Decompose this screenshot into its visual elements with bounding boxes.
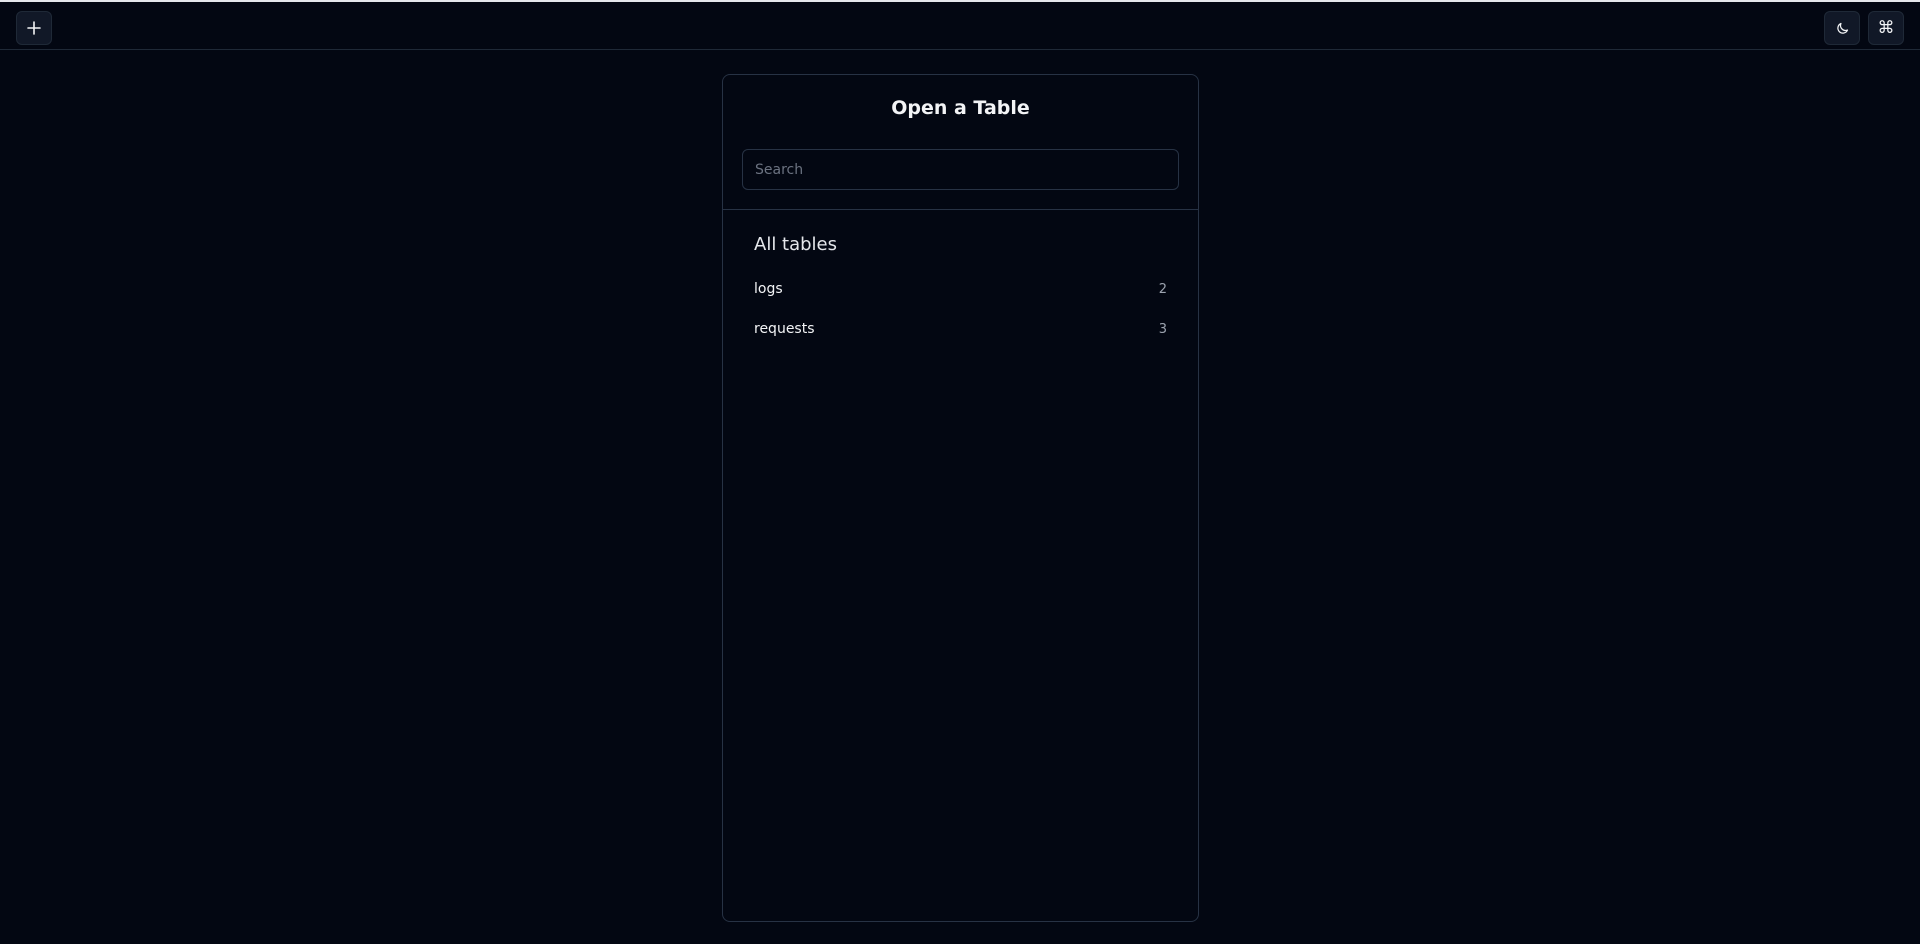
panel-title: Open a Table xyxy=(891,97,1030,119)
command-palette-button[interactable]: ⌘ xyxy=(1868,11,1904,45)
table-row[interactable]: requests 3 xyxy=(742,309,1179,349)
plus-icon xyxy=(27,21,41,35)
add-button[interactable] xyxy=(16,11,52,45)
section-title: All tables xyxy=(754,234,838,255)
table-name: requests xyxy=(754,321,815,337)
table-row[interactable]: logs 2 xyxy=(742,269,1179,309)
table-list: logs 2 requests 3 xyxy=(742,269,1179,349)
open-table-panel: Open a Table All tables logs 2 requests … xyxy=(722,74,1199,922)
command-icon: ⌘ xyxy=(1877,17,1895,38)
divider xyxy=(723,209,1198,210)
top-toolbar: ⌘ xyxy=(0,0,1920,50)
theme-toggle-button[interactable] xyxy=(1824,11,1860,45)
table-count: 2 xyxy=(1158,281,1167,297)
table-name: logs xyxy=(754,281,783,297)
moon-icon xyxy=(1835,21,1850,36)
search-input[interactable] xyxy=(742,149,1179,190)
table-count: 3 xyxy=(1158,321,1167,337)
